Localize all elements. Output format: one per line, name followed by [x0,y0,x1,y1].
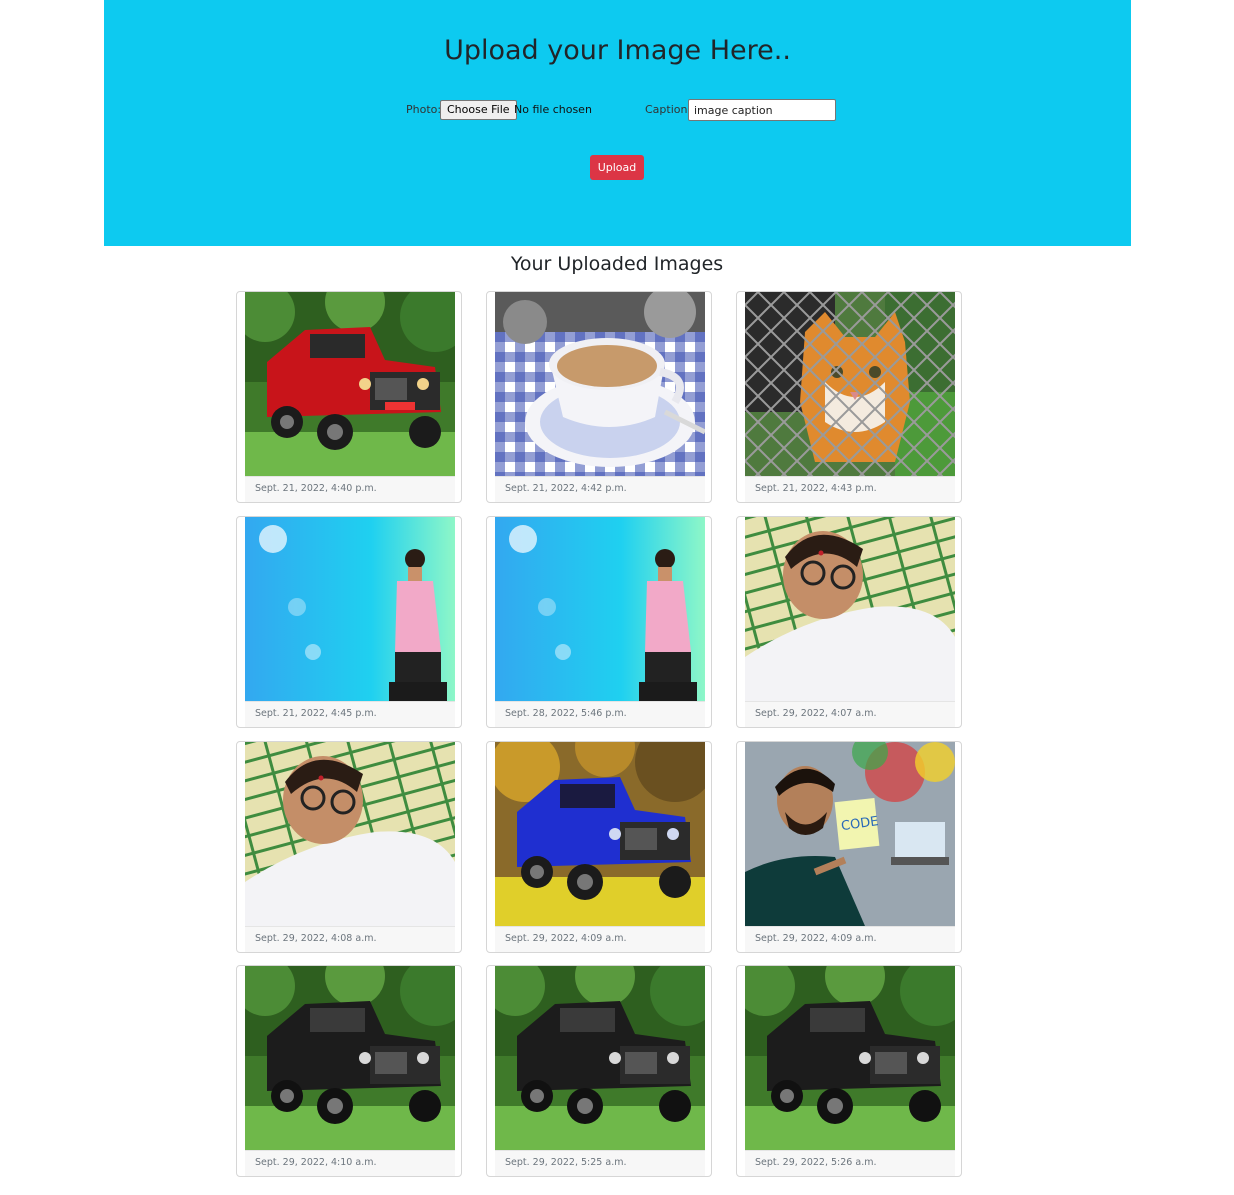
image-card[interactable]: Sept. 21, 2022, 4:42 p.m. [486,291,712,503]
image-card[interactable]: Sept. 21, 2022, 4:43 p.m. [736,291,962,503]
upload-date: Sept. 29, 2022, 4:09 a.m. [505,933,627,944]
upload-date: Sept. 29, 2022, 4:07 a.m. [755,708,877,719]
image-card[interactable]: Sept. 28, 2022, 5:46 p.m. [486,516,712,728]
black-jeep-photo [745,966,955,1150]
card-footer: Sept. 21, 2022, 4:45 p.m. [245,701,455,727]
image-card[interactable]: Sept. 21, 2022, 4:40 p.m. [236,291,462,503]
upload-date: Sept. 21, 2022, 4:42 p.m. [505,483,627,494]
upload-date: Sept. 21, 2022, 4:45 p.m. [255,708,377,719]
caption-input[interactable] [688,99,836,121]
image-card[interactable]: Sept. 21, 2022, 4:45 p.m. [236,516,462,728]
upload-date: Sept. 29, 2022, 4:08 a.m. [255,933,377,944]
card-footer: Sept. 21, 2022, 4:43 p.m. [745,476,955,502]
card-footer: Sept. 29, 2022, 5:26 a.m. [745,1150,955,1176]
black-jeep-photo [245,966,455,1150]
image-card[interactable]: Sept. 29, 2022, 4:07 a.m. [736,516,962,728]
red-jeep-photo [245,292,455,476]
upload-date: Sept. 29, 2022, 5:26 a.m. [755,1157,877,1168]
card-footer: Sept. 29, 2022, 4:09 a.m. [745,926,955,952]
black-jeep-photo [495,966,705,1150]
upload-date: Sept. 29, 2022, 4:10 a.m. [255,1157,377,1168]
card-footer: Sept. 21, 2022, 4:40 p.m. [245,476,455,502]
upload-date: Sept. 29, 2022, 5:25 a.m. [505,1157,627,1168]
upload-panel: Upload your Image Here.. Photo: Choose F… [104,0,1131,246]
upload-button[interactable]: Upload [590,155,644,180]
man-selfie-photo [745,517,955,701]
image-card[interactable]: Sept. 29, 2022, 4:08 a.m. [236,741,462,953]
upload-date: Sept. 21, 2022, 4:40 p.m. [255,483,377,494]
blue-jeep-photo [495,742,705,926]
upload-date: Sept. 21, 2022, 4:43 p.m. [755,483,877,494]
photo-label: Photo: [406,103,442,116]
man-selfie-photo [245,742,455,926]
card-footer: Sept. 29, 2022, 4:08 a.m. [245,926,455,952]
gallery-title: Your Uploaded Images [510,253,724,275]
image-card[interactable]: Sept. 29, 2022, 4:09 a.m. [486,741,712,953]
tea-cup-photo [495,292,705,476]
image-card[interactable]: Sept. 29, 2022, 4:10 a.m. [236,965,462,1177]
card-footer: Sept. 21, 2022, 4:42 p.m. [495,476,705,502]
card-footer: Sept. 29, 2022, 4:07 a.m. [745,701,955,727]
upload-form: Photo: Choose File No file chosen Captio… [104,99,1131,123]
card-footer: Sept. 29, 2022, 5:25 a.m. [495,1150,705,1176]
choose-file-button[interactable]: Choose File [440,100,517,120]
file-status-text: No file chosen [514,103,592,116]
image-card[interactable]: CODE Sept. 29, 2022, 4:09 a.m. [736,741,962,953]
image-card[interactable]: Sept. 29, 2022, 5:26 a.m. [736,965,962,1177]
card-footer: Sept. 29, 2022, 4:09 a.m. [495,926,705,952]
card-footer: Sept. 29, 2022, 4:10 a.m. [245,1150,455,1176]
upload-date: Sept. 29, 2022, 4:09 a.m. [755,933,877,944]
man-pink-shirt-photo [495,517,705,701]
page-title: Upload your Image Here.. [444,35,791,66]
caption-label: Caption: [645,103,692,116]
cat-behind-fence-photo [745,292,955,476]
card-footer: Sept. 28, 2022, 5:46 p.m. [495,701,705,727]
man-pink-shirt-photo [245,517,455,701]
upload-date: Sept. 28, 2022, 5:46 p.m. [505,708,627,719]
image-card[interactable]: Sept. 29, 2022, 5:25 a.m. [486,965,712,1177]
code-note-photo: CODE [745,742,955,926]
